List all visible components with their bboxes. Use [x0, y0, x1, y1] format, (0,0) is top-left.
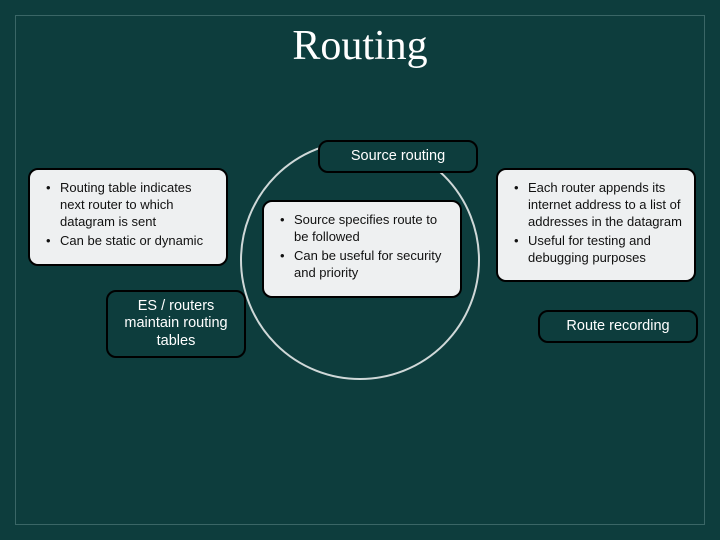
list-item: Useful for testing and debugging purpose… [518, 233, 682, 267]
label-source-routing: Source routing [318, 140, 478, 173]
card-routing-tables: Routing table indicates next router to w… [28, 168, 228, 266]
list-item: Each router appends its internet address… [518, 180, 682, 231]
card-list: Source specifies route to be followed Ca… [284, 212, 448, 282]
list-item: Routing table indicates next router to w… [50, 180, 214, 231]
label-routing-tables: ES / routers maintain routing tables [106, 290, 246, 358]
card-list: Each router appends its internet address… [518, 180, 682, 266]
diagram-stage: Routing table indicates next router to w… [28, 120, 692, 400]
slide-title: Routing [0, 22, 720, 70]
card-list: Routing table indicates next router to w… [50, 180, 214, 250]
card-source-routing: Source specifies route to be followed Ca… [262, 200, 462, 298]
card-route-recording: Each router appends its internet address… [496, 168, 696, 282]
list-item: Source specifies route to be followed [284, 212, 448, 246]
list-item: Can be useful for security and priority [284, 248, 448, 282]
list-item: Can be static or dynamic [50, 233, 214, 250]
label-route-recording: Route recording [538, 310, 698, 343]
